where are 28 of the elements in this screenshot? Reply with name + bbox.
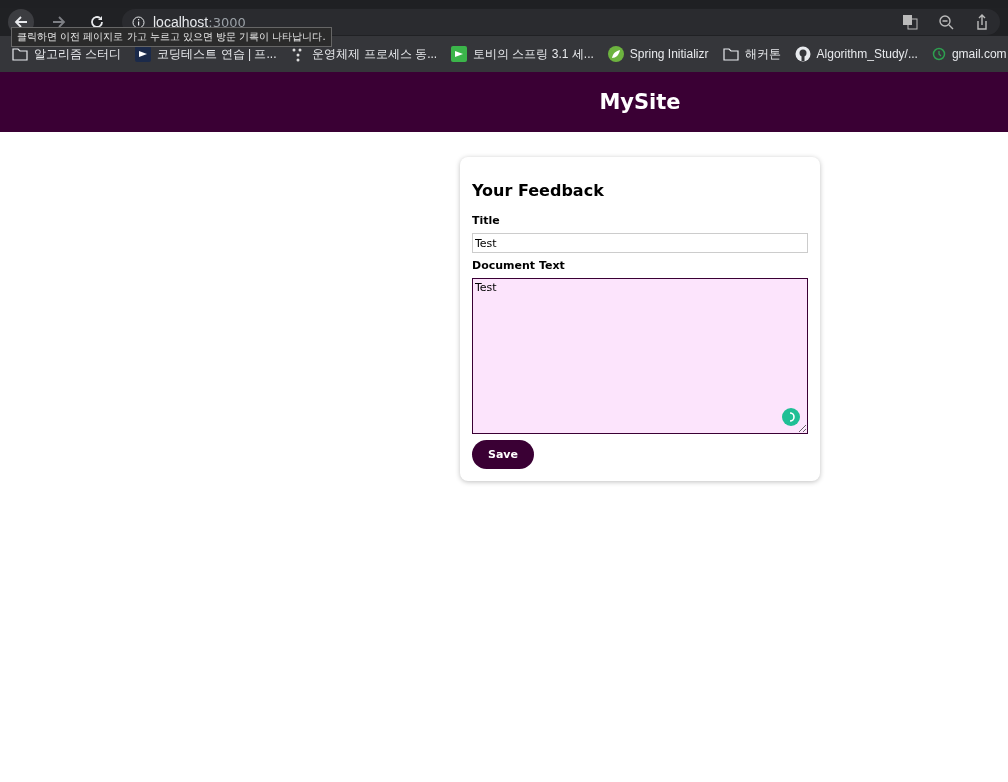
folder-icon — [722, 47, 739, 61]
bookmark[interactable]: 코딩테스트 연습 | 프... — [135, 45, 277, 63]
field-label: Document Text — [472, 259, 566, 272]
field-label: Title — [472, 214, 501, 227]
bookmark[interactable]: Algorithm_Study/... — [794, 46, 918, 62]
github-icon — [794, 46, 811, 62]
save-button[interactable]: Save — [472, 440, 534, 469]
bookmark[interactable]: 운영체제 프로세스 동... — [290, 45, 438, 63]
reload-icon — [89, 14, 105, 30]
zoom-out-icon[interactable] — [938, 14, 954, 30]
spinner-icon — [782, 408, 800, 426]
site-title: MySite — [598, 90, 682, 114]
back-arrow-icon — [13, 14, 29, 30]
info-icon — [132, 15, 145, 29]
form-heading: Your Feedback — [472, 181, 605, 200]
bookmark[interactable]: 토비의 스프링 3.1 세... — [451, 45, 594, 63]
forward-arrow-icon — [51, 14, 67, 30]
bookmark[interactable]: gmail.com — [931, 47, 1007, 61]
tooltip: 클릭하면 이전 페이지로 가고 누르고 있으면 방문 기록이 나타납니다. — [11, 27, 332, 47]
bookmark[interactable]: Spring Initializr — [607, 46, 709, 62]
folder-icon — [12, 47, 28, 61]
bookmark[interactable]: 해커톤 — [722, 45, 781, 63]
input-field[interactable]: Test — [472, 233, 808, 253]
share-icon[interactable] — [974, 14, 990, 30]
url-text: localhost:3000 — [153, 14, 246, 30]
text-area[interactable]: Test — [472, 278, 808, 434]
translate-icon[interactable] — [902, 14, 918, 30]
bookmark[interactable]: 알고리즘 스터디 — [12, 45, 122, 63]
